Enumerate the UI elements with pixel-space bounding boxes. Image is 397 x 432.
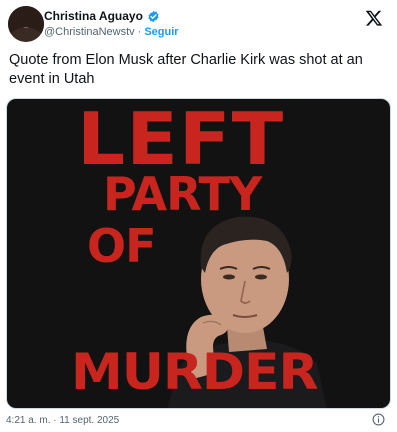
headline-left: LEFT [77,98,285,181]
author-name[interactable]: Christina Aguayo [44,9,143,23]
author-handle[interactable]: @ChristinaNewstv [44,26,135,38]
tweet-text: Quote from Elon Musk after Charlie Kirk … [9,52,363,87]
tweet-timestamp[interactable]: 4:21 a. m. · 11 sept. 2025 [6,415,119,426]
follow-button[interactable]: Seguir [144,26,178,38]
info-icon[interactable] [372,413,385,426]
x-logo-icon[interactable] [365,9,383,27]
avatar[interactable] [8,6,44,42]
headline-of: OF [87,219,157,273]
verified-badge-icon [148,10,159,22]
headline-murder: MURDER [71,343,319,401]
separator-dot: · [137,26,142,38]
tweet-card: Christina Aguayo @ChristinaNewstv · Segu… [0,0,397,432]
author-handle-row: @ChristinaNewstv · Seguir [44,26,179,38]
tweet-image[interactable]: LEFT PARTY OF MURDER [6,98,391,409]
author-name-row: Christina Aguayo [44,9,160,23]
